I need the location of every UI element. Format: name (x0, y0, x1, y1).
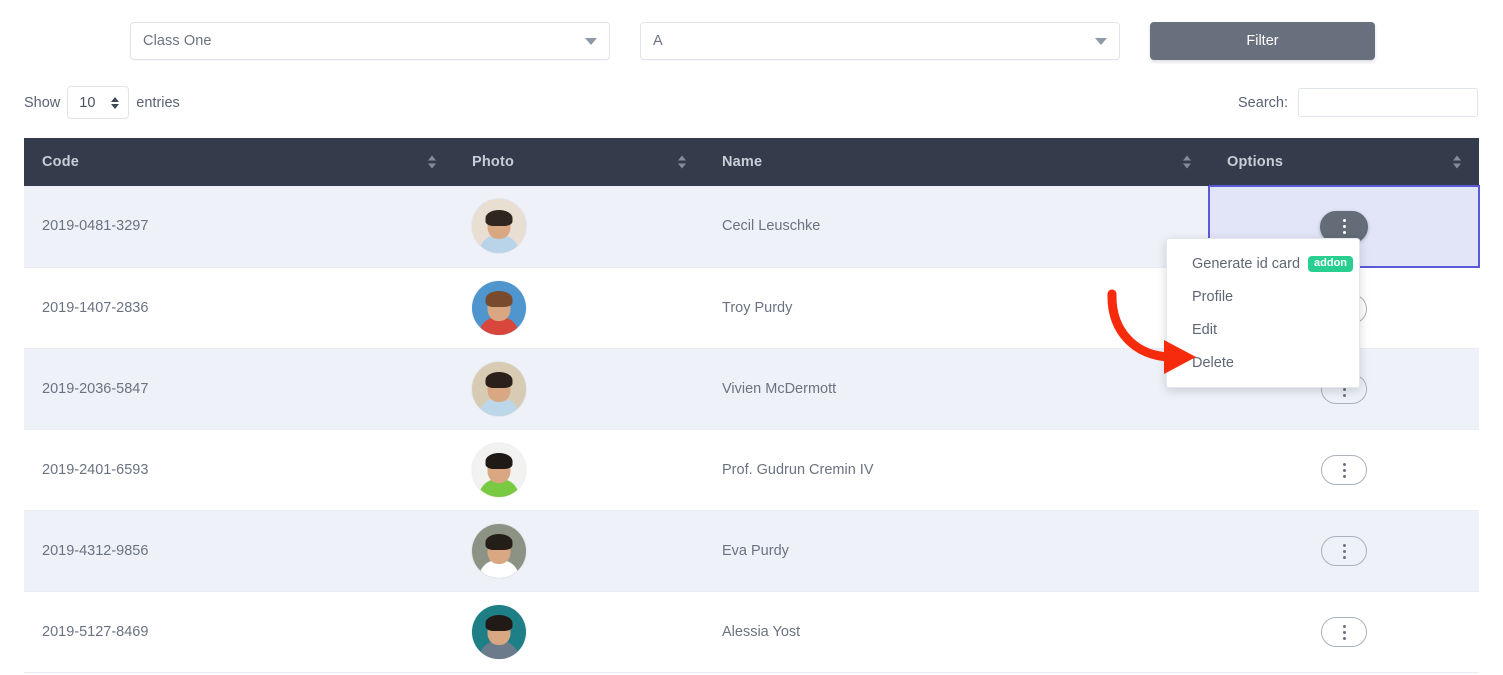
chevron-down-icon (585, 38, 597, 45)
avatar (472, 281, 526, 335)
students-table: Code Photo Name Options (24, 138, 1480, 673)
cell-code: 2019-0481-3297 (24, 186, 454, 267)
table-header-row: Code Photo Name Options (24, 138, 1479, 186)
addon-badge: addon (1308, 256, 1353, 272)
column-label: Name (722, 154, 762, 170)
table-controls: Show 10 entries Search: (0, 86, 1503, 128)
cell-name: Troy Purdy (704, 267, 1209, 348)
cell-code: 2019-2401-6593 (24, 429, 454, 510)
column-header-name[interactable]: Name (704, 138, 1209, 186)
column-header-options[interactable]: Options (1209, 138, 1479, 186)
menu-item-delete[interactable]: Delete (1167, 346, 1359, 379)
menu-item-generate-id-card[interactable]: Generate id card addon (1167, 247, 1359, 280)
column-label: Code (42, 154, 79, 170)
section-select[interactable]: A (640, 22, 1120, 60)
show-entries-group: Show 10 entries (24, 86, 180, 119)
cell-photo (454, 348, 704, 429)
table-row: 2019-2401-6593 Prof. Gudrun Cremin IV (24, 429, 1479, 510)
filter-bar: Class One A Filter (0, 0, 1503, 80)
cell-options (1209, 510, 1479, 591)
entries-per-page-select[interactable]: 10 (67, 86, 129, 119)
avatar (472, 524, 526, 578)
search-group: Search: (1238, 88, 1478, 117)
cell-photo (454, 186, 704, 267)
filter-button[interactable]: Filter (1150, 22, 1375, 60)
chevron-down-icon (1095, 38, 1107, 45)
cell-photo (454, 429, 704, 510)
avatar (472, 443, 526, 497)
menu-item-label: Edit (1192, 322, 1217, 338)
three-dots-vertical-icon[interactable] (1321, 536, 1367, 566)
search-label: Search: (1238, 95, 1288, 111)
sort-icon[interactable] (678, 156, 686, 169)
section-select-value: A (653, 33, 1087, 49)
cell-photo (454, 510, 704, 591)
column-label: Options (1227, 154, 1283, 170)
cell-code: 2019-4312-9856 (24, 510, 454, 591)
cell-name: Eva Purdy (704, 510, 1209, 591)
column-header-photo[interactable]: Photo (454, 138, 704, 186)
show-label: Show (24, 95, 60, 111)
menu-item-label: Delete (1192, 355, 1234, 371)
table-row: 2019-5127-8469 Alessia Yost (24, 591, 1479, 672)
options-context-menu[interactable]: Generate id card addon Profile Edit Delete (1166, 238, 1360, 388)
menu-item-label: Profile (1192, 289, 1233, 305)
cell-name: Vivien McDermott (704, 348, 1209, 429)
students-table-wrapper: Code Photo Name Options (24, 138, 1479, 673)
cell-code: 2019-1407-2836 (24, 267, 454, 348)
menu-item-label: Generate id card (1192, 256, 1300, 272)
entries-label: entries (136, 95, 180, 111)
stepper-icon[interactable] (111, 97, 119, 109)
menu-item-profile[interactable]: Profile (1167, 280, 1359, 313)
table-head: Code Photo Name Options (24, 138, 1479, 186)
cell-photo (454, 591, 704, 672)
search-input[interactable] (1298, 88, 1478, 117)
entries-value: 10 (79, 95, 95, 111)
class-select[interactable]: Class One (130, 22, 610, 60)
cell-code: 2019-2036-5847 (24, 348, 454, 429)
student-list-page: Class One A Filter Show 10 entries Searc… (0, 0, 1503, 675)
sort-icon[interactable] (1183, 156, 1191, 169)
avatar (472, 362, 526, 416)
cell-options (1209, 429, 1479, 510)
class-select-value: Class One (143, 33, 577, 49)
three-dots-vertical-icon[interactable] (1321, 455, 1367, 485)
cell-name: Prof. Gudrun Cremin IV (704, 429, 1209, 510)
three-dots-vertical-icon[interactable] (1321, 617, 1367, 647)
avatar (472, 199, 526, 253)
sort-icon[interactable] (1453, 155, 1461, 168)
cell-code: 2019-5127-8469 (24, 591, 454, 672)
cell-photo (454, 267, 704, 348)
menu-item-edit[interactable]: Edit (1167, 313, 1359, 346)
cell-options (1209, 591, 1479, 672)
column-label: Photo (472, 154, 514, 170)
table-row: 2019-4312-9856 Eva Purdy (24, 510, 1479, 591)
avatar (472, 605, 526, 659)
column-header-code[interactable]: Code (24, 138, 454, 186)
cell-name: Cecil Leuschke (704, 186, 1209, 267)
cell-name: Alessia Yost (704, 591, 1209, 672)
sort-icon[interactable] (428, 156, 436, 169)
